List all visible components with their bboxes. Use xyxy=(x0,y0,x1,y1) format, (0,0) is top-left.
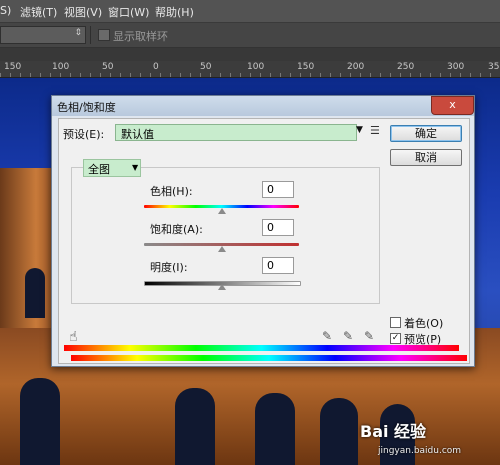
eyedropper-plus-icon[interactable]: ✎ xyxy=(343,329,353,343)
lightness-slider-thumb[interactable] xyxy=(217,284,226,290)
preset-options-icon[interactable]: ☰ xyxy=(370,124,380,137)
window-shape xyxy=(175,388,215,465)
menu-item-help[interactable]: 帮助(H) xyxy=(155,4,194,20)
baidu-watermark-url: jingyan.baidu.com xyxy=(378,446,462,456)
lightness-input[interactable]: 0 xyxy=(262,257,294,274)
colorize-label: 着色(O) xyxy=(404,317,444,330)
preset-label: 预设(E): xyxy=(63,128,105,141)
show-sampling-ring-checkbox[interactable] xyxy=(98,29,110,41)
chevron-down-icon: ▼ xyxy=(132,163,139,172)
preset-value: 默认值 xyxy=(121,128,154,141)
ruler-tick-label: 150 xyxy=(297,62,315,72)
show-sampling-ring-label: 显示取样环 xyxy=(113,30,168,43)
eyedropper-icon[interactable]: ✎ xyxy=(322,329,332,343)
channel-select[interactable]: 全图 ▼ xyxy=(83,159,141,177)
lightness-label: 明度(I): xyxy=(150,261,188,274)
dialog-title: 色相/饱和度 xyxy=(57,101,116,114)
options-bar: ⇕ 显示取样环 xyxy=(0,23,500,48)
menu-item-filter[interactable]: 滤镜(T) xyxy=(20,4,57,20)
channel-value: 全图 xyxy=(88,163,110,176)
chevron-updown-icon: ⇕ xyxy=(74,28,82,38)
saturation-input[interactable]: 0 xyxy=(262,219,294,236)
output-color-bar xyxy=(64,345,459,351)
preset-select[interactable]: 默认值 xyxy=(115,124,357,141)
cancel-button[interactable]: 取消 xyxy=(390,149,462,166)
hue-saturation-dialog: 色相/饱和度 x 预设(E): 默认值 ▼ ☰ 确定 取消 全图 ▼ 色相(H)… xyxy=(51,95,475,367)
ruler-tick-label: 200 xyxy=(347,62,365,72)
hue-label: 色相(H): xyxy=(150,185,193,198)
dialog-title-bar[interactable]: 色相/饱和度 x xyxy=(52,96,474,116)
horizontal-ruler: 150 100 50 0 50 100 150 200 250 300 350 xyxy=(0,61,500,78)
window-shape xyxy=(255,393,295,465)
hue-input[interactable]: 0 xyxy=(262,181,294,198)
colorize-checkbox[interactable] xyxy=(390,317,401,328)
ruler-tick-label: 100 xyxy=(247,62,265,72)
menu-item-view[interactable]: 视图(V) xyxy=(64,4,102,20)
window-shape xyxy=(320,398,358,465)
ok-button[interactable]: 确定 xyxy=(390,125,462,142)
saturation-slider-thumb[interactable] xyxy=(217,246,226,252)
menu-item-image[interactable]: S) xyxy=(0,4,11,17)
ruler-tick-label: 100 xyxy=(52,62,70,72)
chevron-down-icon[interactable]: ▼ xyxy=(356,125,363,135)
saturation-value: 0 xyxy=(267,221,274,234)
saturation-label: 饱和度(A): xyxy=(150,223,203,236)
lightness-value: 0 xyxy=(267,259,274,272)
ruler-tick-label: 150 xyxy=(4,62,22,72)
ruler-tick-label: 250 xyxy=(397,62,415,72)
dialog-body: 预设(E): 默认值 ▼ ☰ 确定 取消 全图 ▼ 色相(H): 0 饱和度(A… xyxy=(58,118,470,364)
ruler-tick-label: 300 xyxy=(447,62,465,72)
close-icon: x xyxy=(449,98,456,111)
ruler-tick-label: 50 xyxy=(200,62,212,72)
window-shape xyxy=(20,378,60,465)
menu-bar: S) 滤镜(T) 视图(V) 窗口(W) 帮助(H) xyxy=(0,0,500,23)
ruler-tick-label: 0 xyxy=(153,62,159,72)
baidu-watermark-logo: Bai 经验 xyxy=(360,422,427,441)
preview-checkbox[interactable]: ✓ xyxy=(390,333,401,344)
eyedropper-minus-icon[interactable]: ✎ xyxy=(364,329,374,343)
hue-value: 0 xyxy=(267,183,274,196)
close-button[interactable]: x xyxy=(431,96,474,115)
targeted-adjustment-hand-icon[interactable]: ☝ xyxy=(69,329,78,345)
ruler-tick-label: 50 xyxy=(102,62,114,72)
sample-size-select[interactable]: ⇕ xyxy=(0,26,86,44)
hue-slider-thumb[interactable] xyxy=(217,208,226,214)
document-tab-strip xyxy=(0,48,500,61)
menu-item-window[interactable]: 窗口(W) xyxy=(108,4,149,20)
window-shape xyxy=(25,268,45,318)
divider xyxy=(90,26,91,44)
ruler-tick-label: 350 xyxy=(488,62,500,72)
input-color-bar xyxy=(71,355,467,361)
